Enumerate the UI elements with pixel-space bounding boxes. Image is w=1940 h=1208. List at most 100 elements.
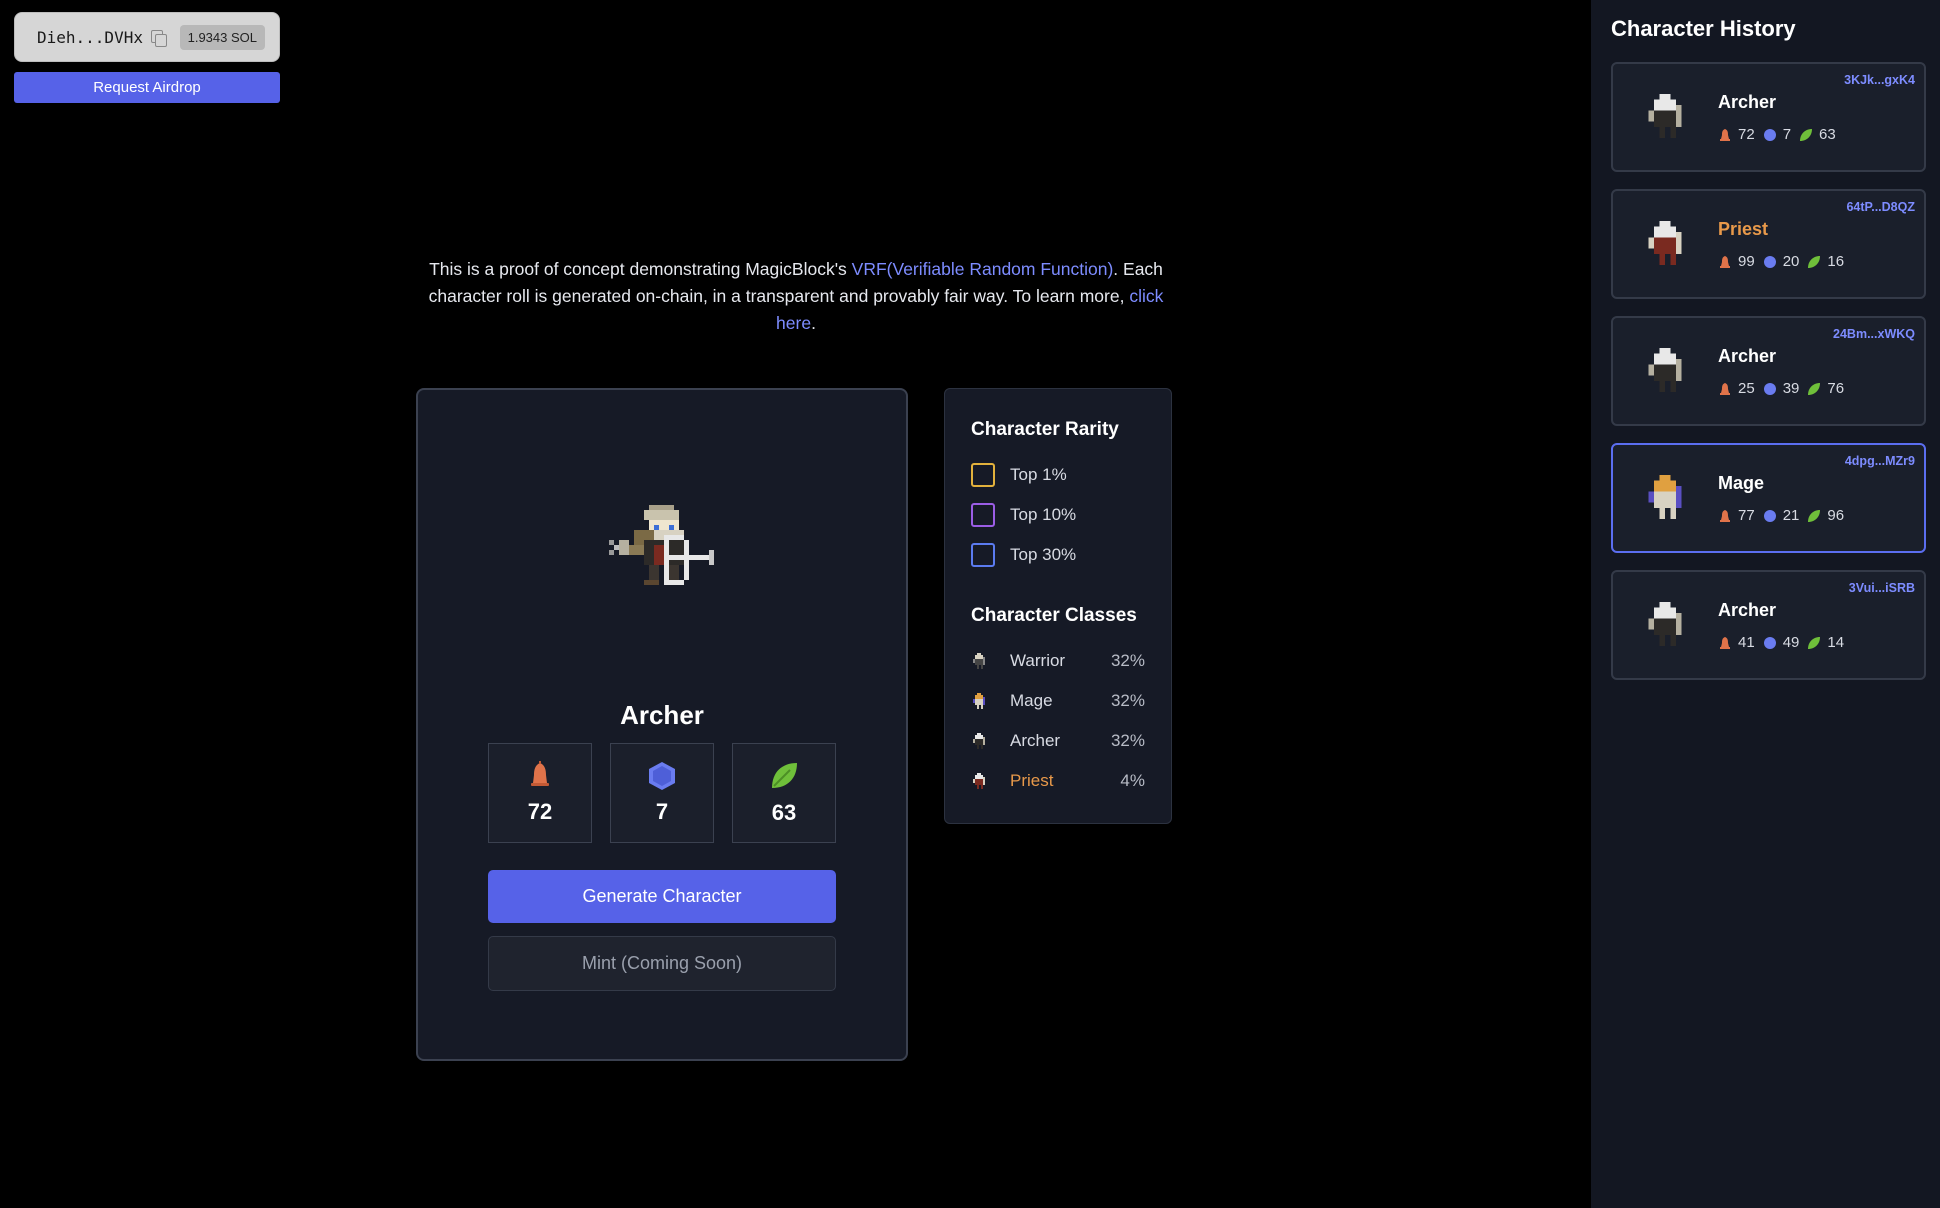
wallet-balance: 1.9343 SOL	[179, 24, 265, 50]
character-name: Archer	[620, 700, 704, 730]
nature-value: 63	[771, 800, 797, 825]
archer-sprite-icon	[1648, 348, 1682, 392]
nature-stat: 63	[732, 743, 836, 843]
history-attack-value: 99	[1738, 253, 1755, 270]
class-name: Mage	[1010, 691, 1053, 710]
history-card-stats: 77 21 96	[1718, 507, 1852, 524]
history-list: 3KJk...gxK4 Archer 72 7 63 64tP...D8QZ Priest 9…	[1611, 62, 1926, 680]
rarity-label: Top 1%	[1010, 465, 1067, 484]
history-nature-value: 14	[1827, 634, 1845, 651]
history-sidebar: Character History 3KJk...gxK4 Archer 72 7 63…	[1591, 0, 1940, 1208]
history-card[interactable]: 64tP...D8QZ Priest 99 20 16	[1611, 189, 1926, 299]
class-row: Archer 32%	[971, 721, 1145, 761]
archer-sprite-icon	[1643, 602, 1689, 648]
leaf-icon	[1808, 255, 1821, 268]
history-card[interactable]: 4dpg...MZr9 Mage 77 21 96	[1611, 443, 1926, 553]
history-attack-value: 77	[1738, 507, 1755, 524]
history-nature-value: 76	[1827, 380, 1845, 397]
archer-class-icon	[973, 733, 985, 749]
bell-icon	[1720, 128, 1730, 141]
rarity-panel: Character Rarity Top 1% Top 10% Top 30% Ch…	[944, 388, 1172, 824]
class-row: Warrior 32%	[971, 641, 1145, 681]
history-card-id: 24Bm...xWKQ	[1833, 327, 1915, 341]
hexagon-gem-icon	[1763, 128, 1776, 141]
history-nature-value: 16	[1827, 253, 1845, 270]
class-percent: 32%	[1110, 731, 1145, 750]
intro-text-part: This is a proof of concept demonstrating…	[429, 259, 852, 279]
rarity-label: Top 10%	[1010, 505, 1077, 524]
class-name: Priest	[1010, 771, 1054, 790]
archer-sprite-icon	[1648, 94, 1682, 138]
copy-icon[interactable]	[149, 28, 167, 47]
generate-character-button[interactable]: Generate Character	[488, 870, 836, 923]
attack-value: 72	[527, 799, 553, 824]
wallet-button[interactable]: Dieh...DVHx 1.9343 SOL	[14, 12, 280, 62]
history-attack-value: 72	[1738, 126, 1755, 143]
leaf-icon	[1808, 636, 1821, 649]
priest-sprite-icon	[1643, 221, 1689, 267]
history-attack-value: 25	[1738, 380, 1755, 397]
history-card[interactable]: 3Vui...iSRB Archer 41 49 14	[1611, 570, 1926, 680]
history-card-id: 3Vui...iSRB	[1848, 581, 1915, 595]
class-row: Priest 4%	[971, 761, 1145, 801]
history-defense-value: 20	[1782, 253, 1800, 270]
class-name: Archer	[1010, 731, 1061, 750]
rarity-swatch	[971, 503, 995, 527]
history-defense-value: 21	[1782, 507, 1800, 524]
rarity-label: Top 30%	[1010, 545, 1077, 564]
defense-stat: 7	[610, 743, 714, 843]
rarity-title: Character Rarity	[971, 419, 1119, 440]
rarity-list: Top 1% Top 10% Top 30%	[971, 455, 1145, 575]
archer-sprite-icon	[1643, 94, 1689, 140]
history-card-id: 3KJk...gxK4	[1844, 73, 1915, 87]
history-card-id: 4dpg...MZr9	[1844, 454, 1915, 468]
archer-sprite-icon	[604, 500, 724, 620]
rarity-row: Top 10%	[971, 495, 1145, 535]
class-percent: 4%	[1120, 771, 1145, 790]
history-card-id: 64tP...D8QZ	[1846, 200, 1915, 214]
rarity-swatch	[971, 463, 995, 487]
history-card-stats: 41 49 14	[1718, 634, 1852, 651]
character-stats: 72 7 63	[488, 743, 836, 843]
leaf-icon	[1808, 509, 1821, 522]
mage-sprite-icon	[1648, 475, 1682, 519]
vrf-link[interactable]: VRF(Verifiable Random Function)	[852, 259, 1114, 279]
warrior-class-icon	[973, 653, 985, 669]
history-nature-value: 63	[1819, 126, 1836, 143]
history-card-stats: 72 7 63	[1718, 126, 1844, 143]
history-defense-value: 39	[1782, 380, 1800, 397]
archer-sprite-icon	[1648, 602, 1682, 646]
mint-button[interactable]: Mint (Coming Soon)	[488, 936, 836, 991]
intro-text: This is a proof of concept demonstrating…	[420, 256, 1172, 337]
hexagon-gem-icon	[1763, 382, 1776, 395]
bell-icon	[1720, 636, 1730, 649]
history-card-stats: 25 39 76	[1718, 380, 1852, 397]
history-defense-value: 7	[1782, 126, 1792, 143]
mage-class-icon	[973, 693, 985, 709]
class-percent: 32%	[1110, 691, 1145, 710]
mage-sprite-icon	[1643, 475, 1689, 521]
history-card-name: Mage	[1718, 473, 1765, 493]
history-card-name: Priest	[1718, 219, 1769, 239]
class-row: Mage 32%	[971, 681, 1145, 721]
request-airdrop-button[interactable]: Request Airdrop	[14, 72, 280, 103]
history-card-name: Archer	[1718, 600, 1777, 620]
hexagon-gem-icon	[1763, 509, 1776, 522]
hexagon-gem-icon	[1763, 255, 1776, 268]
hexagon-gem-icon	[1763, 636, 1776, 649]
archer-sprite-icon	[1643, 348, 1689, 394]
bell-icon	[1720, 255, 1730, 268]
history-card-name: Archer	[1718, 92, 1777, 112]
history-card[interactable]: 3KJk...gxK4 Archer 72 7 63	[1611, 62, 1926, 172]
history-nature-value: 96	[1827, 507, 1845, 524]
classes-title: Character Classes	[971, 605, 1137, 626]
rarity-row: Top 30%	[971, 535, 1145, 575]
class-name: Warrior	[1010, 651, 1066, 670]
history-defense-value: 49	[1782, 634, 1800, 651]
history-card[interactable]: 24Bm...xWKQ Archer 25 39 76	[1611, 316, 1926, 426]
priest-sprite-icon	[1648, 221, 1682, 265]
wallet-address: Dieh...DVHx	[37, 27, 143, 47]
rarity-row: Top 1%	[971, 455, 1145, 495]
hexagon-gem-icon	[649, 762, 675, 790]
history-card-stats: 99 20 16	[1718, 253, 1852, 270]
